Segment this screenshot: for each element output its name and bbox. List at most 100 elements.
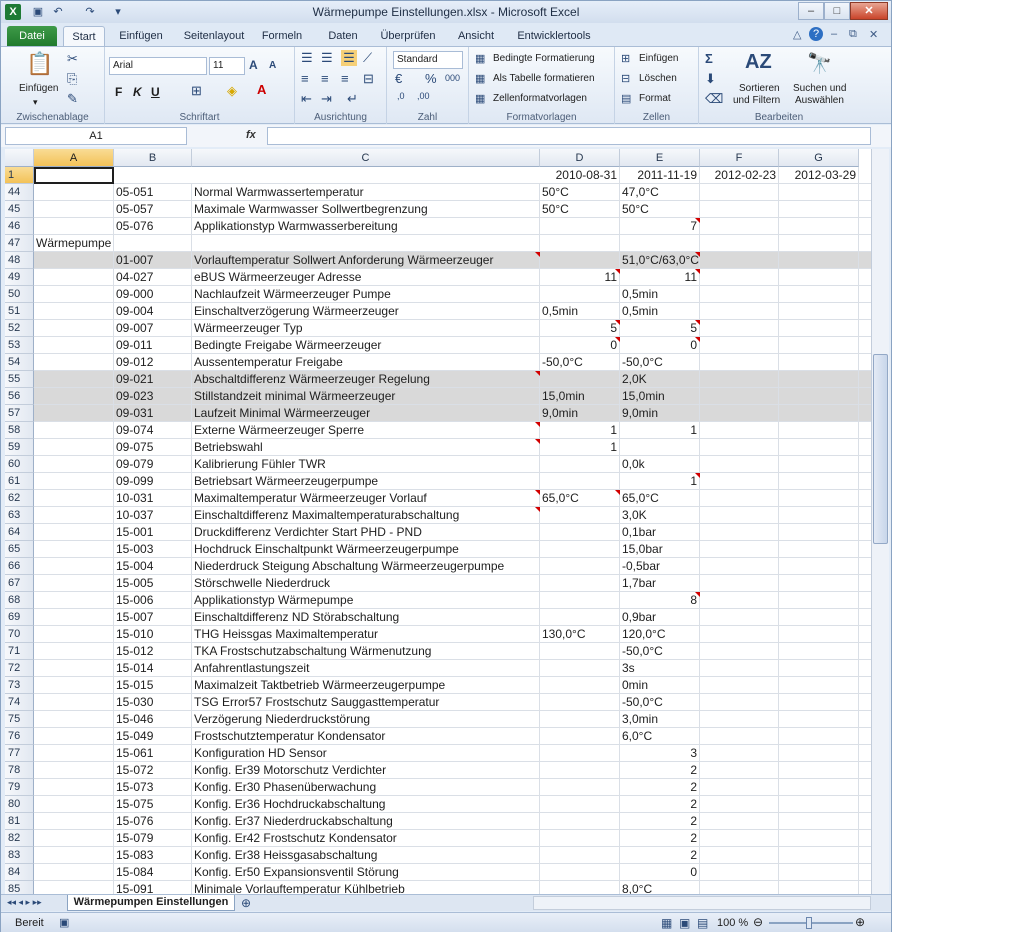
cell-d[interactable] bbox=[540, 762, 620, 778]
row-header[interactable]: 82 bbox=[5, 830, 34, 847]
cell-f[interactable] bbox=[700, 235, 779, 251]
cell-g[interactable] bbox=[779, 558, 859, 574]
horizontal-scrollbar[interactable] bbox=[533, 896, 871, 910]
cell-f[interactable] bbox=[700, 745, 779, 761]
row-header[interactable]: 84 bbox=[5, 864, 34, 881]
format-painter-icon[interactable]: ✎ bbox=[67, 91, 78, 107]
row-header[interactable]: 61 bbox=[5, 473, 34, 490]
cell-f[interactable] bbox=[700, 660, 779, 676]
row-header[interactable]: 77 bbox=[5, 745, 34, 762]
cell-b[interactable]: 09-000 bbox=[114, 286, 192, 302]
cell-a[interactable] bbox=[34, 541, 114, 557]
cell-b[interactable]: 09-021 bbox=[114, 371, 192, 387]
cell-e[interactable]: 8 bbox=[620, 592, 700, 608]
cell-a[interactable] bbox=[34, 473, 114, 489]
cell-c[interactable]: Verzögerung Niederdruckstörung bbox=[192, 711, 540, 727]
cell-e[interactable]: 0min bbox=[620, 677, 700, 693]
cell-g[interactable] bbox=[779, 864, 859, 880]
cell-d[interactable] bbox=[540, 881, 620, 894]
cell-g[interactable] bbox=[779, 847, 859, 863]
align-left-icon[interactable]: ≡ bbox=[301, 71, 309, 86]
font-color-icon[interactable]: A bbox=[257, 82, 266, 97]
cell-b[interactable]: 15-006 bbox=[114, 592, 192, 608]
row-header[interactable]: 50 bbox=[5, 286, 34, 303]
row-header[interactable]: 60 bbox=[5, 456, 34, 473]
cell-b[interactable]: 15-005 bbox=[114, 575, 192, 591]
cell-f[interactable] bbox=[700, 422, 779, 438]
cell-g[interactable] bbox=[779, 728, 859, 744]
copy-icon[interactable]: ⎘ bbox=[67, 71, 77, 87]
cell-a[interactable] bbox=[34, 813, 114, 829]
cell-f[interactable] bbox=[700, 388, 779, 404]
row-header[interactable]: 72 bbox=[5, 660, 34, 677]
cell-a[interactable] bbox=[34, 728, 114, 744]
cell-f[interactable] bbox=[700, 371, 779, 387]
cell-b[interactable]: 05-076 bbox=[114, 218, 192, 234]
cell-c[interactable]: TKA Frostschutzabschaltung Wärmenutzung bbox=[192, 643, 540, 659]
wrap-text-icon[interactable]: ↵ bbox=[347, 91, 358, 107]
cell-c[interactable]: Stillstandzeit minimal Wärmeerzeuger bbox=[192, 388, 540, 404]
zoom-level[interactable]: 100 % bbox=[717, 917, 748, 929]
cell-d[interactable] bbox=[540, 813, 620, 829]
cell-g[interactable] bbox=[779, 337, 859, 353]
cell-f[interactable] bbox=[700, 864, 779, 880]
cell-f[interactable] bbox=[700, 813, 779, 829]
cell-d[interactable] bbox=[540, 728, 620, 744]
cell-f[interactable] bbox=[700, 779, 779, 795]
cell-e[interactable]: 2 bbox=[620, 813, 700, 829]
cell-b[interactable]: 05-057 bbox=[114, 201, 192, 217]
col-header-g[interactable]: G bbox=[779, 149, 859, 167]
date-cell-g[interactable]: 2012-03-29 bbox=[779, 167, 859, 183]
zoom-in-icon[interactable]: ⊕ bbox=[855, 915, 865, 929]
doc-close-icon[interactable]: ✕ bbox=[869, 28, 878, 41]
cell-c[interactable]: eBUS Wärmeerzeuger Adresse bbox=[192, 269, 540, 285]
cell-a[interactable] bbox=[34, 711, 114, 727]
cell-e[interactable]: 3s bbox=[620, 660, 700, 676]
cell-e[interactable] bbox=[620, 439, 700, 455]
font-name-combo[interactable]: Arial bbox=[109, 57, 207, 75]
find-select-label-1[interactable]: Suchen und bbox=[793, 83, 846, 94]
cell-d[interactable] bbox=[540, 235, 620, 251]
cell-e[interactable]: 9,0min bbox=[620, 405, 700, 421]
cell-g[interactable] bbox=[779, 779, 859, 795]
cell-d[interactable]: 1 bbox=[540, 439, 620, 455]
cell-g[interactable] bbox=[779, 881, 859, 894]
cell-g[interactable] bbox=[779, 184, 859, 200]
cell-c[interactable]: Druckdifferenz Verdichter Start PHD - PN… bbox=[192, 524, 540, 540]
close-button[interactable]: ✕ bbox=[850, 2, 888, 20]
cell-g[interactable] bbox=[779, 796, 859, 812]
cell-b[interactable]: 15-072 bbox=[114, 762, 192, 778]
row-header[interactable]: 47 bbox=[5, 235, 34, 252]
cell-f[interactable] bbox=[700, 439, 779, 455]
cell-d[interactable] bbox=[540, 218, 620, 234]
cell-c[interactable]: THG Heissgas Maximaltemperatur bbox=[192, 626, 540, 642]
cell-c[interactable]: Betriebswahl bbox=[192, 439, 540, 455]
paste-icon[interactable]: 📋 bbox=[25, 51, 55, 79]
cell-g[interactable] bbox=[779, 371, 859, 387]
cell-d[interactable]: 65,0°C bbox=[540, 490, 620, 506]
cell-g[interactable] bbox=[779, 541, 859, 557]
shrink-font-icon[interactable]: A bbox=[269, 60, 276, 71]
orientation-icon[interactable]: ⟋ bbox=[363, 50, 372, 66]
row-header[interactable]: 62 bbox=[5, 490, 34, 507]
cell-f[interactable] bbox=[700, 609, 779, 625]
cell-e[interactable]: 3 bbox=[620, 745, 700, 761]
row-header[interactable]: 71 bbox=[5, 643, 34, 660]
cell-d[interactable]: 5 bbox=[540, 320, 620, 336]
row-header[interactable]: 78 bbox=[5, 762, 34, 779]
cell-a[interactable] bbox=[34, 830, 114, 846]
cell-a[interactable] bbox=[34, 252, 114, 268]
cell-d[interactable] bbox=[540, 694, 620, 710]
row-header[interactable]: 85 bbox=[5, 881, 34, 894]
cell-c[interactable]: Konfig. Er37 Niederdruckabschaltung bbox=[192, 813, 540, 829]
cell-e[interactable]: 2 bbox=[620, 830, 700, 846]
sort-filter-label-2[interactable]: und Filtern bbox=[733, 95, 780, 106]
row-header[interactable]: 74 bbox=[5, 694, 34, 711]
cell-e[interactable]: -50,0°C bbox=[620, 694, 700, 710]
active-cell-a1[interactable] bbox=[34, 167, 114, 184]
cell-a[interactable] bbox=[34, 201, 114, 217]
cell-b[interactable]: 09-074 bbox=[114, 422, 192, 438]
increase-decimal-icon[interactable]: ,0 bbox=[397, 91, 405, 101]
cell-e[interactable]: 0,5min bbox=[620, 286, 700, 302]
cell-g[interactable] bbox=[779, 711, 859, 727]
